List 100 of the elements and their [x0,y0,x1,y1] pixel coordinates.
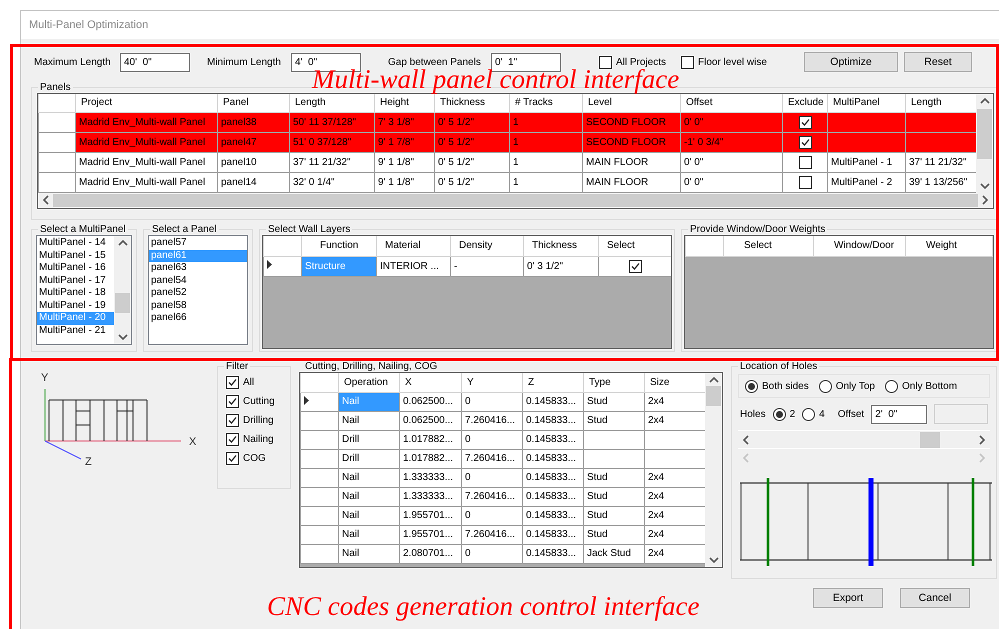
row-header[interactable] [264,256,302,276]
checkbox-label: All [243,377,254,388]
checkbox[interactable] [226,376,239,389]
column-header[interactable]: MultiPanel [828,94,906,112]
chevron-right-icon[interactable] [981,195,989,205]
list-item[interactable]: panel54 [149,274,247,287]
column-header[interactable]: Panel [218,94,290,112]
horizontal-scrollbar[interactable] [38,192,993,208]
reset-button[interactable]: Reset [904,52,972,72]
column-header[interactable]: Exclude [782,94,828,112]
chevron-left-icon[interactable] [42,195,50,205]
list-item[interactable]: MultiPanel - 19 [37,300,114,312]
chevron-down-icon[interactable] [980,182,990,190]
column-header[interactable]: Window/Door [814,236,906,256]
checkbox[interactable] [798,116,812,128]
list-item[interactable]: panel52 [149,287,247,300]
column-header[interactable]: Length [290,94,374,112]
column-header[interactable]: Level [582,94,680,112]
radio-button[interactable] [745,380,758,392]
length-input[interactable]: 40' 0" [120,52,190,72]
list-item[interactable]: panel58 [149,300,247,312]
table-cell: panel10 [218,152,290,172]
column-header[interactable]: Thickness [524,236,598,256]
export-button[interactable]: Export [813,588,883,608]
length-input[interactable]: 0' 1" [491,52,561,72]
radio-button[interactable] [802,408,816,420]
scroll-thumb[interactable] [115,293,130,313]
checkbox[interactable] [599,56,612,68]
list-item[interactable]: MultiPanel - 15 [37,250,114,262]
table-cell: 0' 5 1/2" [434,172,510,192]
column-header[interactable]: Offset [680,94,782,112]
horizontal-scrollbar[interactable] [738,430,990,448]
list-item[interactable]: MultiPanel - 14 [37,237,114,250]
row-header[interactable] [300,392,338,411]
column-header[interactable]: Select [724,236,814,256]
optimize-button[interactable]: Optimize [804,52,898,72]
checkbox[interactable] [798,156,812,168]
field-label: Holes [740,408,766,420]
chevron-up-icon[interactable] [708,376,718,384]
list-box[interactable]: MultiPanel - 14 MultiPanel - 15 MultiPanel - 16 MultiPanel - 17 MultiPanel - 18 MultiPanel - 19 MultiPanel - 20 MultiPanel - 21 [36,235,132,345]
radio-button[interactable] [818,380,832,392]
checkbox[interactable] [226,395,239,408]
chevron-up-icon[interactable] [980,97,990,105]
column-header[interactable]: # Tracks [510,94,582,112]
cancel-button[interactable]: Cancel [900,588,970,608]
column-header[interactable]: Weight [906,236,992,256]
radio-button[interactable] [772,408,786,420]
list-item[interactable]: MultiPanel - 18 [37,287,114,300]
chevron-down-icon[interactable] [708,556,718,564]
scroll-thumb[interactable] [706,386,721,406]
chevron-up-icon[interactable] [118,239,128,247]
checkbox[interactable] [226,433,239,446]
list-item[interactable]: panel57 [149,237,247,250]
column-header[interactable]: Function [302,236,376,256]
radio-button[interactable] [885,380,898,392]
table-cell: 1.955701... [400,525,462,544]
checkbox[interactable] [628,260,642,272]
list-item[interactable]: panel63 [149,262,247,274]
vertical-scrollbar[interactable] [705,373,722,567]
offset-input[interactable]: 2' 0" [871,404,928,424]
column-header[interactable]: Y [462,373,522,392]
vertical-scrollbar[interactable] [114,236,131,344]
table-cell: 0.145833... [522,430,584,449]
checkbox[interactable] [226,414,239,427]
column-header[interactable]: Size [644,373,705,392]
checkbox[interactable] [798,176,812,188]
vertical-scrollbar[interactable] [976,94,993,192]
column-header[interactable]: Select [598,236,671,256]
column-header[interactable]: Z [522,373,584,392]
table-cell: panel38 [218,112,290,132]
column-header[interactable]: Density [450,236,524,256]
scroll-thumb[interactable] [920,432,940,448]
column-header[interactable]: X [400,373,462,392]
table-cell: 37' 11 21/32" [290,152,374,172]
list-item[interactable]: panel66 [149,312,247,324]
column-header[interactable]: Material [376,236,450,256]
column-header[interactable]: Type [584,373,644,392]
table-cell: Stud [584,506,644,525]
chevron-down-icon[interactable] [118,333,128,341]
list-box[interactable]: panel57 panel61 panel63 panel54 panel52 panel58 panel66 [148,235,248,345]
table-cell: Drill [338,449,400,468]
checkbox[interactable] [798,136,812,148]
column-header[interactable]: Project [76,94,218,112]
table-cell: 0 [462,506,522,525]
column-header[interactable]: Thickness [434,94,510,112]
scroll-thumb[interactable] [977,109,992,159]
list-item[interactable]: MultiPanel - 17 [37,274,114,287]
checkbox[interactable] [681,56,694,68]
checkbox[interactable] [226,452,239,465]
table-cell: 0' 3 1/2" [524,256,598,276]
list-item[interactable]: MultiPanel - 16 [37,262,114,274]
table-cell: 0.145833... [522,544,584,563]
table-cell: SECOND FLOOR [582,112,680,132]
table-cell: Nail [338,468,400,487]
table-cell: 9' 1 7/8" [374,132,434,152]
column-header[interactable]: Length [906,94,976,112]
list-item[interactable]: MultiPanel - 21 [37,324,114,337]
scroll-thumb[interactable] [53,194,978,206]
column-header[interactable]: Height [374,94,434,112]
column-header[interactable]: Operation [338,373,400,392]
